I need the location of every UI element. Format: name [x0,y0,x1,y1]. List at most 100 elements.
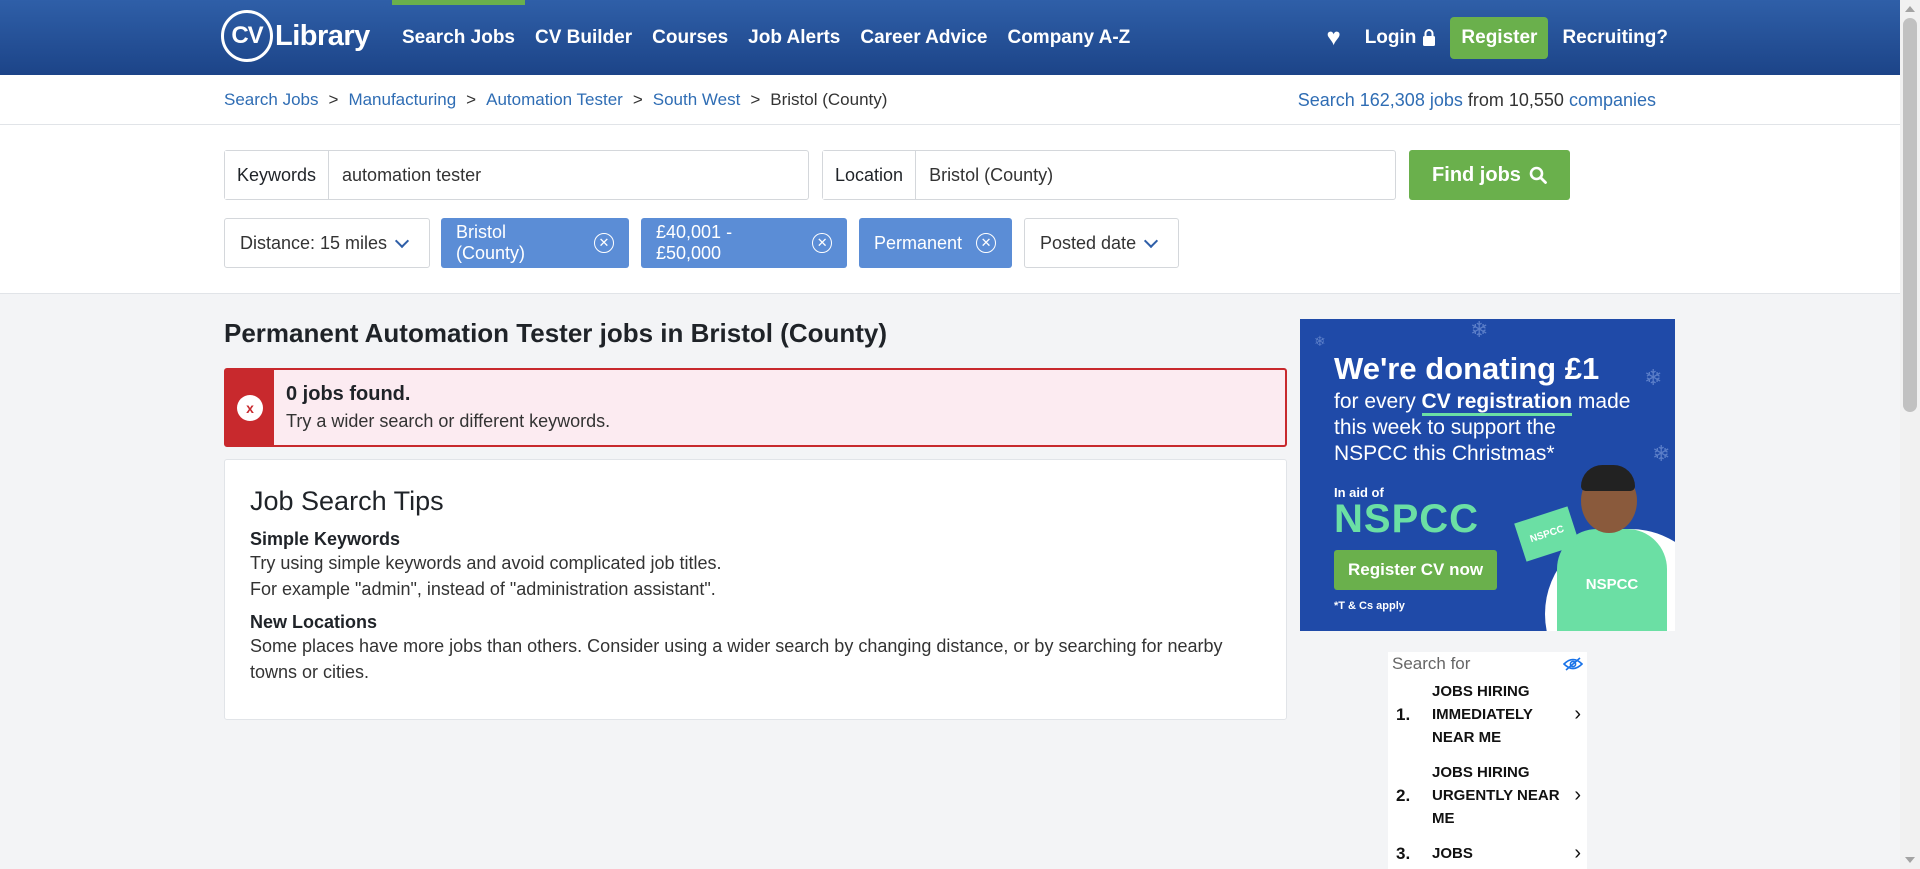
logo-cv-mark: CV [221,10,273,62]
header-actions: ♥ Login Register Recruiting? [1326,0,1668,75]
snowflake-icon: ❄ [1644,365,1663,390]
lock-icon [1423,29,1436,46]
chevron-down-icon [394,233,410,248]
chip-label: £40,001 - £50,000 [656,222,733,263]
breadcrumb: Search Jobs > Manufacturing > Automation… [224,90,887,110]
job-search-tips: Job Search Tips Simple Keywords Try usin… [224,459,1287,720]
scroll-down-arrow-icon[interactable] [1905,857,1915,863]
tip-new-locations: New Locations Some places have more jobs… [250,612,1261,685]
nav-search-jobs[interactable]: Search Jobs [392,0,525,75]
logo-text: Library [275,19,370,52]
nav-job-alerts[interactable]: Job Alerts [738,0,850,75]
breadcrumb-south-west[interactable]: South West [653,90,741,110]
stats-companies-link[interactable]: companies [1569,90,1656,110]
scroll-up-arrow-icon[interactable] [1905,6,1915,12]
posted-date-dropdown[interactable]: Posted date [1024,218,1179,268]
item-text: JOBS HIRING URGENTLY NEAR ME [1432,764,1560,827]
chevron-right-icon: › [1574,784,1581,806]
item-number: 1. [1396,704,1411,724]
find-jobs-button[interactable]: Find jobs [1409,150,1570,200]
tip-simple-keywords: Simple Keywords Try using simple keyword… [250,529,1261,602]
keywords-field: Keywords [224,150,809,200]
nav-company-a-z[interactable]: Company A-Z [997,0,1140,75]
job-count-summary: Search 162,308 jobs from 10,550 companie… [1298,90,1656,111]
promo-sub-bold: CV registration [1421,390,1573,416]
location-input[interactable] [916,151,1395,199]
breadcrumb-bar: Search Jobs > Manufacturing > Automation… [0,75,1900,125]
page-title: Permanent Automation Tester jobs in Bris… [224,318,888,348]
distance-label: Distance: 15 miles [240,232,388,253]
sponsored-item[interactable]: 1. JOBS HIRING IMMEDIATELY NEAR ME › [1388,674,1587,755]
chevron-down-icon [1144,233,1159,248]
sponsored-header: Search for [1388,652,1587,674]
filter-chip-job-type[interactable]: Permanent ✕ [859,218,1012,268]
remove-filter-icon[interactable]: ✕ [812,233,832,253]
nspcc-logo: NSPCC [1334,497,1480,541]
page-scrollbar[interactable] [1900,0,1920,869]
main-nav: Search Jobs CV Builder Courses Job Alert… [392,0,1140,75]
promo-headline: We're donating £1 [1334,351,1600,386]
location-field: Location [822,150,1396,200]
tip-title: New Locations [250,612,378,632]
no-results-alert: x 0 jobs found. Try a wider search or di… [224,368,1287,447]
cv-library-logo[interactable]: CV Library [221,10,370,62]
tip-text: Some places have more jobs than others. … [250,636,1223,682]
remove-filter-icon[interactable]: ✕ [976,233,997,253]
sponsored-item[interactable]: 3. JOBS › [1388,836,1587,869]
stats-middle: from 10,550 [1467,90,1564,110]
alert-body: 0 jobs found. Try a wider search or diff… [274,370,622,445]
nspcc-promo-banner[interactable]: ❄ ❄ ❄ ❄ We're donating £1 for every CV r… [1300,319,1675,631]
recruiting-link[interactable]: Recruiting? [1562,27,1668,49]
tip-text: Try using simple keywords and avoid comp… [250,553,722,573]
breadcrumb-separator: > [328,90,339,109]
search-panel: Keywords Location Find jobs Distance: 15… [0,125,1900,294]
remove-filter-icon[interactable]: ✕ [594,233,614,253]
item-text: JOBS [1432,845,1473,862]
chevron-right-icon: › [1574,842,1581,864]
nav-career-advice[interactable]: Career Advice [850,0,997,75]
sponsored-item[interactable]: 2. JOBS HIRING URGENTLY NEAR ME › [1388,755,1587,836]
location-label: Location [823,151,917,199]
tips-heading: Job Search Tips [250,486,444,516]
keywords-label: Keywords [225,151,330,199]
alert-side: x [226,370,274,445]
breadcrumb-separator: > [632,90,643,109]
find-jobs-label: Find jobs [1432,163,1521,186]
register-cv-button[interactable]: Register CV now [1334,550,1498,590]
tip-title: Simple Keywords [250,529,401,549]
tip-text: For example "admin", instead of "adminis… [250,579,716,599]
breadcrumb-search-jobs[interactable]: Search Jobs [224,90,319,110]
nav-cv-builder[interactable]: CV Builder [525,0,642,75]
alert-text: Try a wider search or different keywords… [286,411,611,431]
distance-dropdown[interactable]: Distance: 15 miles [224,218,430,268]
sponsored-search-box: Search for 1. JOBS HIRING IMMEDIATELY NE… [1388,652,1587,869]
chip-label: Permanent [874,232,963,253]
sponsored-label: Search for [1392,654,1471,673]
breadcrumb-manufacturing[interactable]: Manufacturing [348,90,456,110]
breadcrumb-current: Bristol (County) [770,90,888,109]
promo-subtext: for every CV registration made this week… [1334,389,1634,467]
eye-icon[interactable] [1563,657,1583,671]
search-icon [1529,166,1547,184]
snowflake-icon: ❄ [1314,333,1326,349]
login-link[interactable]: Login [1365,27,1437,49]
login-label: Login [1364,26,1417,48]
posted-date-label: Posted date [1040,232,1137,253]
promo-child-hair [1581,465,1635,491]
heart-icon[interactable]: ♥ [1326,24,1340,52]
scrollbar-thumb[interactable] [1903,18,1917,412]
nav-courses[interactable]: Courses [642,0,738,75]
item-text: JOBS HIRING IMMEDIATELY NEAR ME [1432,683,1533,746]
keywords-input[interactable] [329,151,808,199]
filter-chip-location[interactable]: Bristol (County) ✕ [441,218,629,268]
site-header: CV Library Search Jobs CV Builder Course… [0,0,1900,75]
breadcrumb-automation-tester[interactable]: Automation Tester [486,90,623,110]
register-button[interactable]: Register [1450,16,1549,59]
filter-chip-salary[interactable]: £40,001 - £50,000 ✕ [641,218,847,268]
item-number: 3. [1396,843,1411,863]
stats-jobs-link[interactable]: 162,308 jobs [1360,90,1463,110]
breadcrumb-separator: > [466,90,477,109]
breadcrumb-separator: > [750,90,761,109]
chip-label: Bristol (County) [456,222,526,263]
stats-prefix: Search [1297,90,1355,110]
